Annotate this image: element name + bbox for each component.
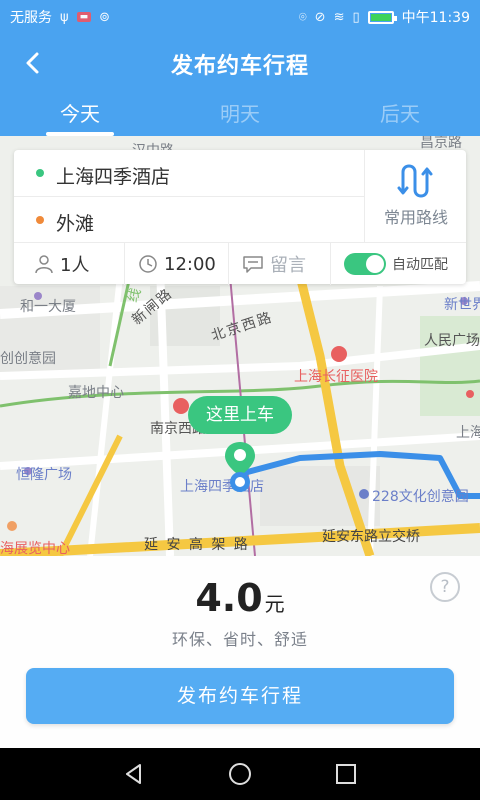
route-card: 上海四季酒店 外滩 常用路线 1人 12:00 留言 自动匹配: [14, 150, 466, 285]
circle-home-icon: [229, 763, 251, 785]
map-label-renmin-square: 人民广场: [424, 333, 480, 349]
origin-dot-icon: [36, 169, 44, 177]
message-option[interactable]: 留言: [242, 243, 306, 285]
system-nav-bar: [0, 748, 480, 800]
nav-recents-button[interactable]: [332, 760, 360, 788]
map-label-culture-park: 228文化创意园: [372, 489, 469, 505]
trip-options: 1人 12:00 留言 自动匹配: [14, 242, 466, 285]
nav-home-button[interactable]: [226, 760, 254, 788]
battery-icon: [367, 10, 397, 24]
person-icon: [35, 255, 53, 274]
tab-today[interactable]: 今天: [20, 98, 140, 127]
message-placeholder: 留言: [270, 255, 306, 276]
auto-match-label: 自动匹配: [392, 257, 448, 273]
day-tabs: 今天 明天 后天: [0, 92, 480, 136]
map-label-changzheng-hospital: 上海长征医院: [294, 369, 378, 385]
app-header: 无服务 ψ ▬ ⊚ ⌾ ⊘ ≋ ▯ 中午11:39 发布约车行程 今天 明天 后…: [0, 0, 480, 136]
common-route-button[interactable]: 常用路线: [364, 150, 466, 242]
clock-icon: [139, 255, 157, 273]
fare-panel: ? 4.0 元 环保、省时、舒适 发布约车行程: [0, 556, 480, 748]
pickup-pin-icon[interactable]: [222, 440, 258, 500]
wifi-icon: ⊚: [99, 9, 110, 25]
map-label-shanghai-right: 上海: [456, 425, 480, 441]
title-bar: 发布约车行程: [0, 36, 480, 88]
fare-unit: 元: [264, 592, 285, 616]
triangle-back-icon: [126, 764, 141, 784]
map-label-chuangyi-garden: 创创意园: [0, 351, 56, 367]
map-label-yanan-elevated: 延 安 高 架 路: [144, 537, 250, 553]
tab-indicator: [46, 132, 114, 136]
time-text: 12:00: [164, 253, 216, 275]
tab-day-after-tomorrow[interactable]: 后天: [340, 98, 460, 127]
square-recents-icon: [336, 764, 356, 784]
destination-row[interactable]: 外滩: [14, 196, 364, 242]
time-option[interactable]: 12:00: [138, 243, 216, 285]
passengers-option[interactable]: 1人: [34, 243, 89, 285]
app-screen: 汉中路 昌京路 和一大厦 新闸路 线 北京西路 新世界 人民广场 创创意园 嘉地…: [0, 0, 480, 748]
map-label-xinshijie: 新世界: [444, 297, 480, 313]
message-icon: [243, 256, 263, 273]
common-route-label: 常用路线: [383, 208, 448, 227]
map-label-heyi-mansion: 和一大厦: [20, 299, 76, 315]
location-icon: ⌾: [298, 9, 307, 25]
publish-trip-button[interactable]: 发布约车行程: [26, 668, 454, 724]
map-label-exhibition-center: 海展览中心: [0, 541, 70, 557]
notification-icon: ▬: [76, 12, 92, 22]
nav-back-button[interactable]: [120, 760, 148, 788]
price-row: 4.0 元: [0, 576, 480, 620]
tab-tomorrow[interactable]: 明天: [180, 98, 300, 127]
carrier-text: 无服务: [10, 10, 52, 26]
route-icon: [397, 164, 433, 198]
sim-icon: ▯: [352, 9, 360, 25]
auto-match-toggle[interactable]: [344, 253, 386, 275]
mute-icon: ⊘: [314, 9, 326, 25]
status-time: 中午11:39: [401, 10, 470, 26]
fare-amount: 4.0: [195, 576, 263, 620]
fare-tagline: 环保、省时、舒适: [171, 630, 308, 649]
pickup-bubble[interactable]: 这里上车: [188, 396, 292, 434]
usb-icon: ψ: [60, 9, 69, 25]
origin-text: 上海四季酒店: [56, 166, 171, 188]
destination-text: 外滩: [56, 213, 95, 235]
map-label-hilong-plaza: 恒隆广场: [16, 467, 72, 483]
page-title: 发布约车行程: [170, 54, 309, 79]
option-divider: [330, 243, 331, 285]
origin-row[interactable]: 上海四季酒店: [14, 150, 364, 196]
option-divider: [124, 243, 125, 285]
status-bar: 无服务 ψ ▬ ⊚ ⌾ ⊘ ≋ ▯ 中午11:39: [0, 0, 480, 32]
signal-icon: ≋: [333, 9, 345, 25]
destination-dot-icon: [36, 216, 44, 224]
map-label-jiadi-center: 嘉地中心: [68, 385, 124, 401]
passengers-text: 1人: [60, 255, 90, 276]
option-divider: [228, 243, 229, 285]
auto-match-option: 自动匹配: [344, 243, 448, 285]
map-label-yanan-interchange: 延安东路立交桥: [322, 529, 420, 545]
